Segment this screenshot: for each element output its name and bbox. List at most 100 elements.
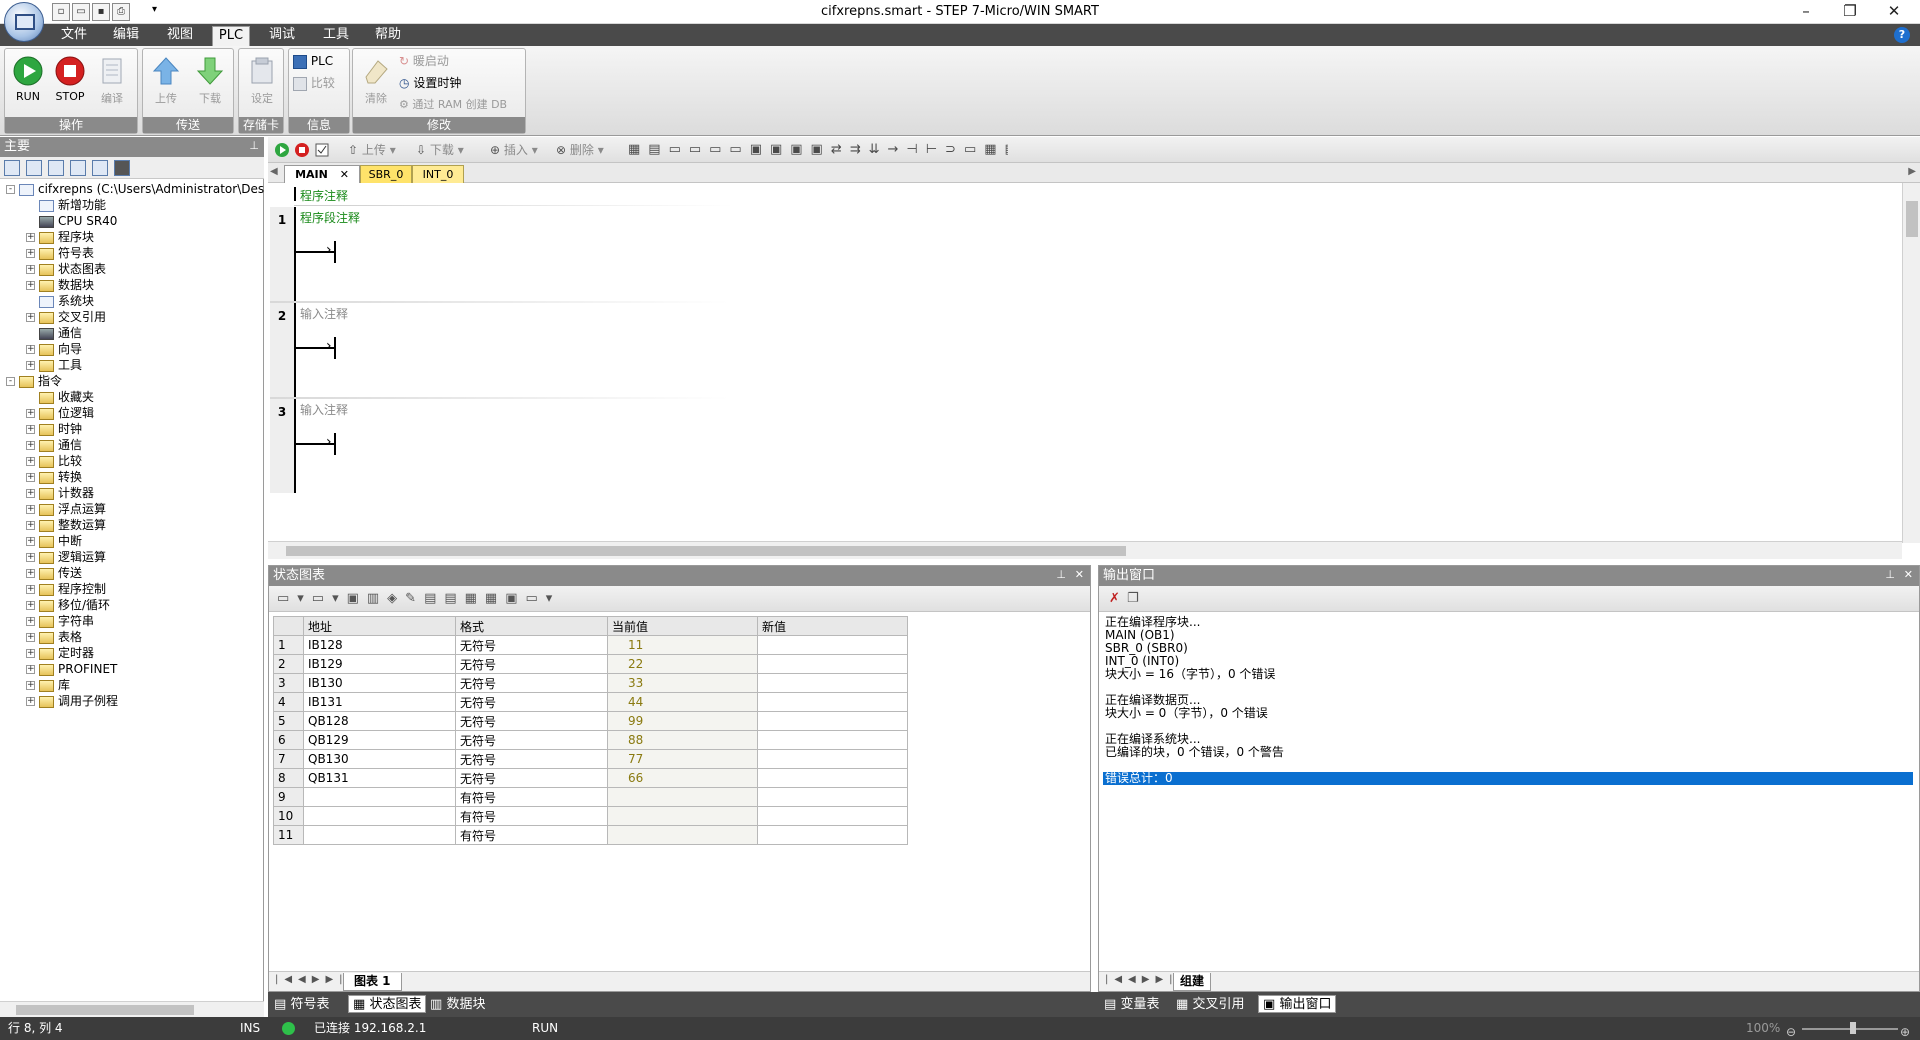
tab-tools[interactable]: 工具 [314,24,358,46]
format-cell[interactable]: 无符号 [455,654,608,674]
zoom-in-icon[interactable]: ⊕ [1900,1021,1910,1040]
format-cell[interactable]: 无符号 [455,768,608,788]
tree-item[interactable]: + 整数运算 [26,517,106,533]
address-cell[interactable]: QB131 [303,768,456,788]
current-value-cell[interactable]: 66 [607,768,758,788]
current-value-cell[interactable]: 44 [607,692,758,712]
expand-icon[interactable]: + [26,457,35,466]
tree-item[interactable]: + 中断 [26,533,82,549]
table-row[interactable]: 8 QB131 无符号 66 [273,768,908,788]
address-cell[interactable]: IB129 [303,654,456,674]
address-cell[interactable] [303,787,456,807]
new-value-cell[interactable] [757,692,908,712]
tab-file[interactable]: 文件 [52,24,96,46]
expand-icon[interactable]: + [26,265,35,274]
tree-item[interactable]: - cifxrepns (C:\Users\Administrator\Deskt… [6,181,264,197]
expand-icon[interactable]: + [26,345,35,354]
rung-comment[interactable]: 输入注释 [300,401,348,418]
tree-tool-1-icon[interactable] [4,160,20,176]
expand-icon[interactable]: + [26,521,35,530]
tab-edit[interactable]: 编辑 [104,24,148,46]
column-header[interactable]: 新值 [757,616,908,636]
address-cell[interactable] [303,825,456,845]
new-value-cell[interactable] [757,825,908,845]
current-value-cell[interactable]: 88 [607,730,758,750]
expand-icon[interactable]: + [26,585,35,594]
editor-insert-button[interactable]: ⊕ 插入 ▾ [490,141,538,158]
address-cell[interactable]: QB128 [303,711,456,731]
rung-comment[interactable]: 输入注释 [300,305,348,322]
compile-small-icon[interactable] [314,142,330,158]
tree-item[interactable]: + 传送 [26,565,82,581]
format-cell[interactable]: 有符号 [455,787,608,807]
tree-item[interactable]: + 位逻辑 [26,405,94,421]
editor-delete-button[interactable]: ⊗ 删除 ▾ [556,141,604,158]
compare-button[interactable]: 比较 [293,73,335,93]
tree-item[interactable]: + 程序控制 [26,581,106,597]
format-cell[interactable]: 无符号 [455,692,608,712]
table-row[interactable]: 11 有符号 [273,825,908,845]
tab-main[interactable]: MAIN ✕ [284,165,360,183]
current-value-cell[interactable] [607,825,758,845]
current-value-cell[interactable]: 33 [607,673,758,693]
program-comment[interactable]: 程序注释 [300,187,348,204]
tree-item[interactable]: + 字符串 [26,613,94,629]
table-row[interactable]: 4 IB131 无符号 44 [273,692,908,712]
run-button[interactable]: RUN [9,53,47,113]
table-row[interactable]: 3 IB130 无符号 33 [273,673,908,693]
table-row[interactable]: 1 IB128 无符号 11 [273,635,908,655]
column-header[interactable]: 地址 [303,616,456,636]
expand-icon[interactable]: + [26,569,35,578]
collapse-icon[interactable]: - [6,185,15,194]
tree-item[interactable]: 系统块 [26,293,94,309]
tree-horizontal-scrollbar[interactable] [0,1001,264,1017]
current-value-cell[interactable]: 22 [607,654,758,674]
compile-button[interactable]: 编译 [93,53,131,113]
sheet-nav-icons[interactable]: |◀◀▶▶| [275,974,349,985]
expand-icon[interactable]: + [26,233,35,242]
tree-tool-6-icon[interactable] [114,160,130,176]
tab-scroll-right-icon[interactable]: ▶ [1908,166,1916,177]
tree-item[interactable]: + 逻辑运算 [26,549,106,565]
expand-icon[interactable]: + [26,633,35,642]
tree-item[interactable]: 通信 [26,325,82,341]
new-value-cell[interactable] [757,768,908,788]
tab-sbr0[interactable]: SBR_0 [360,165,412,183]
copy-output-icon[interactable]: ❐ [1127,591,1139,606]
new-value-cell[interactable] [757,635,908,655]
current-value-cell[interactable]: 11 [607,635,758,655]
stop-small-icon[interactable] [294,142,310,158]
zoom-slider-thumb[interactable] [1850,1022,1856,1034]
editor-vertical-scrollbar[interactable] [1902,183,1920,543]
current-value-cell[interactable]: 99 [607,711,758,731]
expand-icon[interactable]: + [26,313,35,322]
expand-icon[interactable]: + [26,697,35,706]
close-icon[interactable]: ✕ [1075,568,1084,581]
expand-icon[interactable]: + [26,665,35,674]
editor-upload-button[interactable]: ⇧ 上传 ▾ [348,141,396,158]
upload-button[interactable]: 上传 [147,53,185,113]
expand-icon[interactable]: + [26,473,35,482]
ladder-area[interactable]: 程序注释 1 程序段注释 › 2 输入注释 › 3 输入注释 › [270,183,1900,543]
setup-button[interactable]: 设定 [243,53,281,113]
status-chart-table[interactable]: 地址 格式 当前值 新值 1 IB128 无符号 11 2 IB129 无符号 22 3 IB13… [273,616,908,845]
current-value-cell[interactable]: 77 [607,749,758,769]
address-cell[interactable]: IB131 [303,692,456,712]
new-value-cell[interactable] [757,654,908,674]
table-row[interactable]: 7 QB130 无符号 77 [273,749,908,769]
table-row[interactable]: 10 有符号 [273,806,908,826]
tree-item[interactable]: + 移位/循环 [26,597,110,613]
output-nav-icons[interactable]: |◀◀▶▶| [1105,974,1179,985]
table-row[interactable]: 9 有符号 [273,787,908,807]
column-header[interactable]: 当前值 [607,616,758,636]
expand-icon[interactable]: + [26,249,35,258]
app-menu-button[interactable] [4,2,44,42]
clear-button[interactable]: 清除 [357,53,395,113]
address-cell[interactable]: QB130 [303,749,456,769]
tree-tool-5-icon[interactable] [92,160,108,176]
editor-vscroll-thumb[interactable] [1906,201,1918,237]
pin-icon[interactable]: ⊥ [1056,568,1066,581]
tab-output-window[interactable]: ▣ 输出窗口 [1258,995,1337,1013]
editor-download-button[interactable]: ⇩ 下载 ▾ [416,141,464,158]
tree-item[interactable]: + 程序块 [26,229,94,245]
